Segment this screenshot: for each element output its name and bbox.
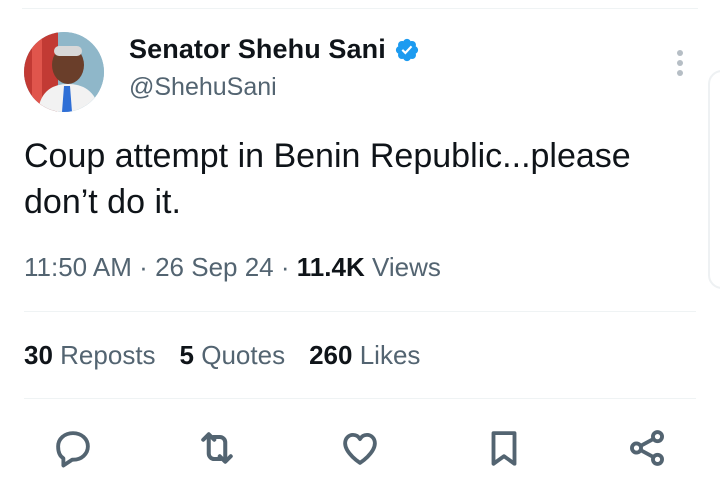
divider [24, 311, 696, 312]
meta-separator: · [139, 252, 148, 282]
views-label[interactable]: Views [372, 252, 441, 282]
quotes-label: Quotes [201, 340, 286, 370]
tweet-date[interactable]: 26 Sep 24 [155, 252, 274, 282]
repost-icon[interactable] [193, 424, 241, 472]
meta-separator: · [280, 252, 290, 282]
user-handle[interactable]: @ShehuSani [129, 73, 277, 102]
adjacent-card-edge [708, 70, 720, 289]
action-bar [0, 424, 720, 474]
likes-label: Likes [359, 340, 421, 370]
top-divider [22, 8, 698, 9]
divider [24, 398, 696, 399]
likes-count: 260 [309, 340, 353, 370]
reposts-label: Reposts [60, 340, 156, 370]
share-icon[interactable] [623, 424, 671, 472]
tweet-text-line: don’t do it. [24, 183, 181, 221]
tweet-time[interactable]: 11:50 AM [24, 252, 132, 282]
tweet-meta: 11:50 AM · 26 Sep 24 · 11.4K Views [24, 252, 441, 283]
more-options-icon[interactable] [670, 50, 690, 82]
reply-icon[interactable] [49, 424, 97, 472]
reposts-count: 30 [24, 340, 53, 370]
tweet-text-line: Coup attempt in Benin Republic...please [24, 137, 631, 175]
quotes-count: 5 [179, 340, 195, 370]
avatar[interactable] [24, 32, 104, 112]
display-name-text[interactable]: Senator Shehu Sani [129, 34, 386, 65]
display-name[interactable]: Senator Shehu Sani [129, 34, 420, 65]
tweet-text: Coup attempt in Benin Republic...please … [24, 133, 704, 225]
bookmark-icon[interactable] [480, 424, 528, 472]
views-count[interactable]: 11.4K [297, 252, 365, 282]
verified-badge-icon [394, 37, 420, 63]
likes-stat[interactable]: 260 Likes [309, 340, 420, 371]
engagement-stats: 30 Reposts 5 Quotes 260 Likes [24, 340, 420, 371]
quotes-stat[interactable]: 5 Quotes [180, 340, 286, 371]
like-icon[interactable] [336, 424, 384, 472]
reposts-stat[interactable]: 30 Reposts [24, 340, 156, 371]
